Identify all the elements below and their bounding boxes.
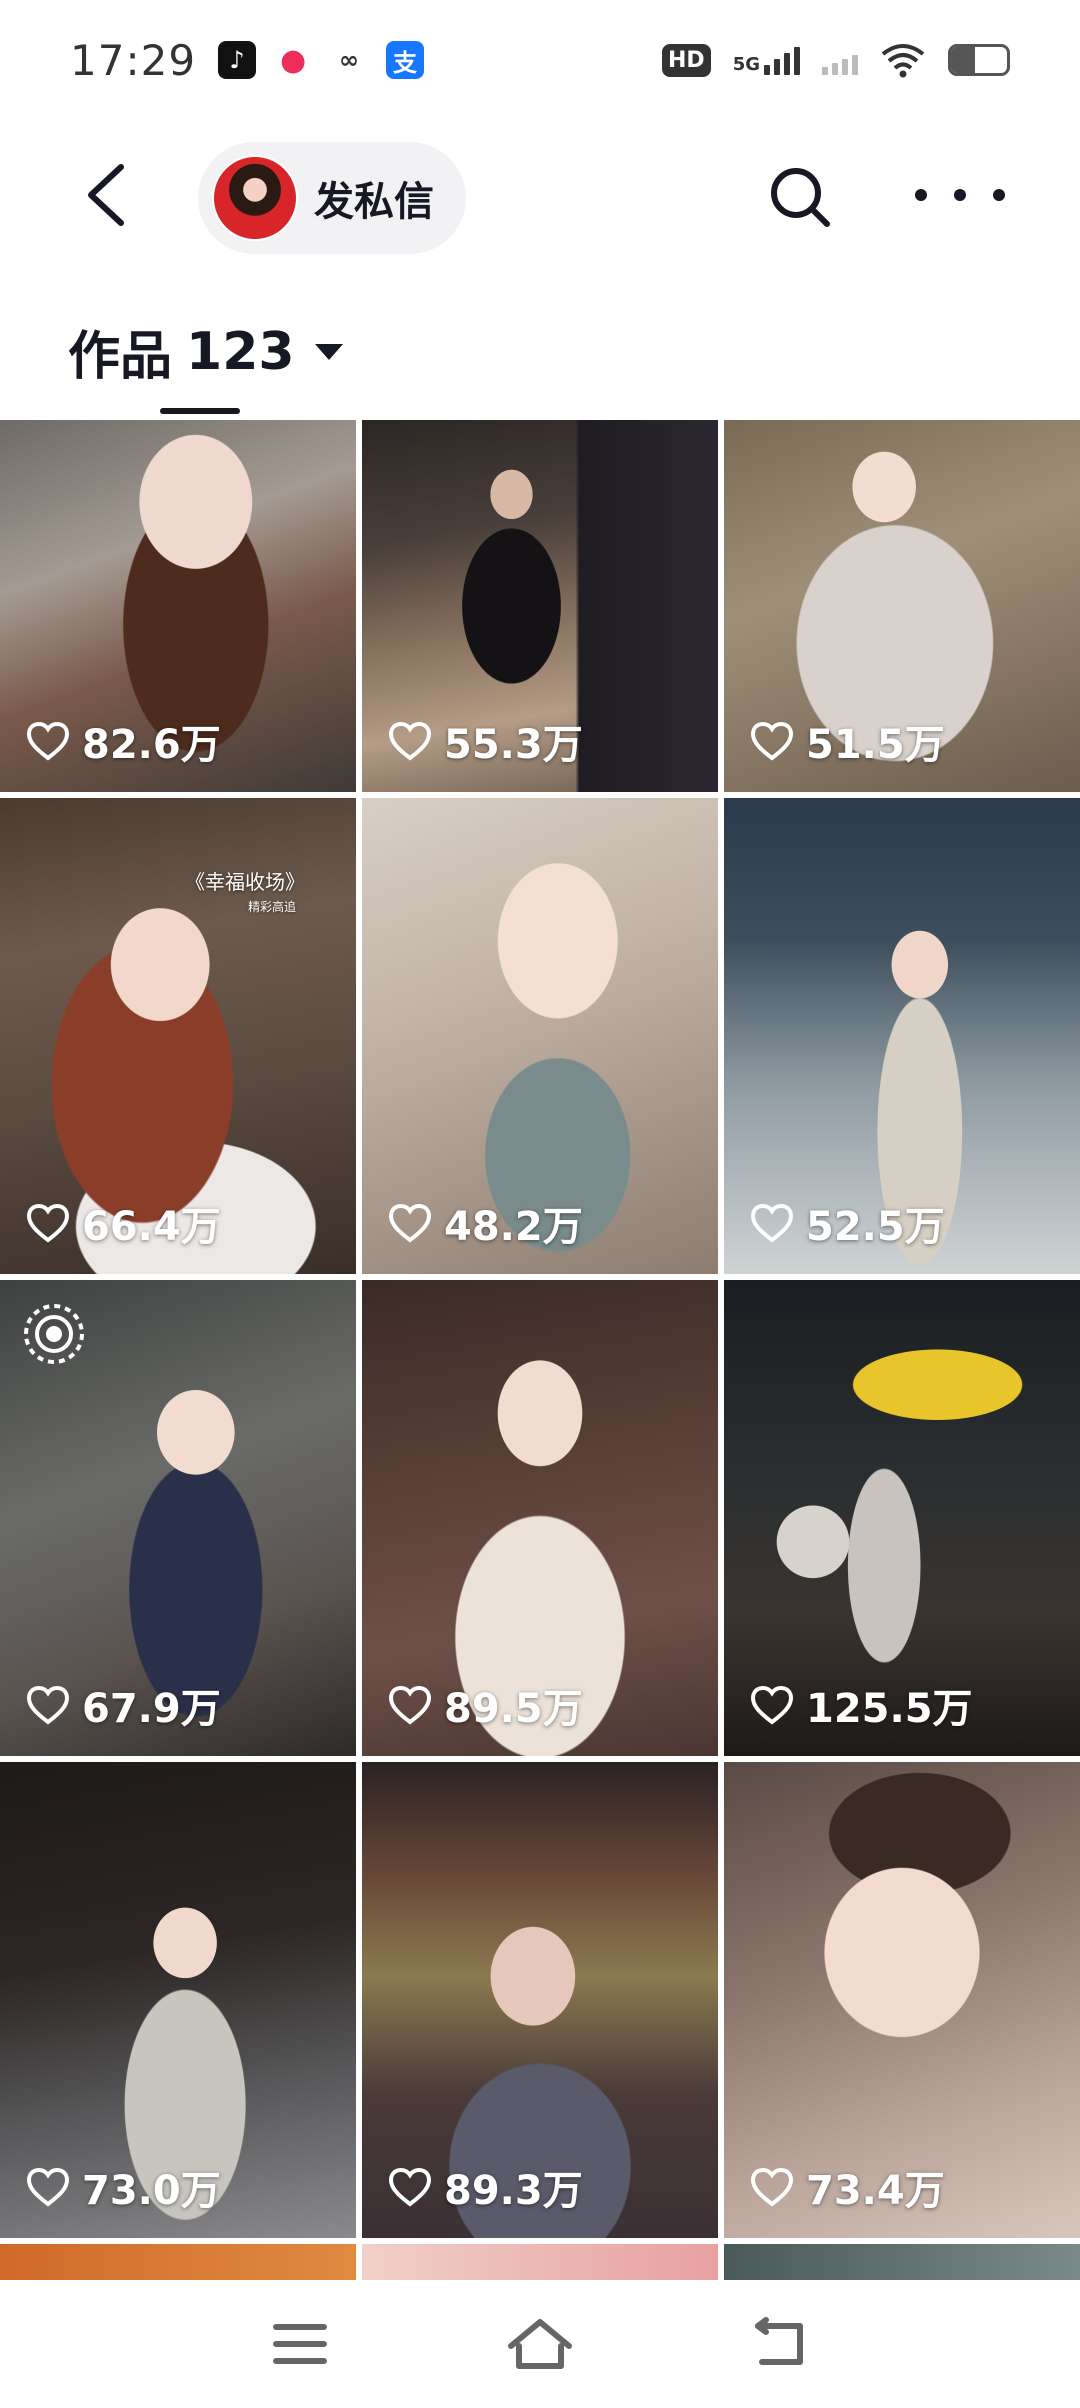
- status-right: HD 5G: [662, 42, 1010, 78]
- menu-icon: [273, 2324, 327, 2364]
- video-thumbnail[interactable]: 51.5万: [724, 420, 1080, 792]
- like-count: 66.4万: [26, 1194, 221, 1252]
- heart-icon: [388, 721, 432, 761]
- heart-icon: [388, 2167, 432, 2207]
- alipay-icon: 支: [386, 41, 425, 79]
- signal-5g: 5G: [733, 45, 800, 75]
- search-button[interactable]: [765, 162, 835, 232]
- network-label: 5G: [732, 54, 760, 75]
- video-thumbnail[interactable]: 125.5万: [724, 1280, 1080, 1756]
- like-count-value: 82.6万: [82, 722, 221, 768]
- like-count-value: 73.0万: [82, 2168, 221, 2214]
- like-count: 52.5万: [750, 1194, 945, 1252]
- like-count-value: 73.4万: [806, 2168, 945, 2214]
- avatar: [212, 155, 298, 241]
- back-button[interactable]: [70, 160, 140, 230]
- like-count: 82.6万: [26, 712, 221, 770]
- tiktok-icon: ♪: [218, 41, 257, 79]
- video-thumbnail[interactable]: 52.5万: [724, 798, 1080, 1274]
- send-message-button[interactable]: 发私信: [198, 142, 466, 254]
- like-count: 73.0万: [26, 2158, 221, 2216]
- live-broadcast-icon: [24, 1304, 84, 1364]
- status-bar: 17:29 ♪ ● ∞ 支 HD 5G: [0, 0, 1080, 120]
- system-navigation-bar: [0, 2280, 1080, 2408]
- like-count: 89.5万: [388, 1676, 583, 1734]
- heart-icon: [750, 1203, 794, 1243]
- more-dots-icon: [915, 189, 927, 201]
- send-message-label: 发私信: [314, 179, 434, 225]
- system-back-button[interactable]: [735, 2299, 825, 2389]
- like-count-value: 55.3万: [444, 722, 583, 768]
- tab-underline: [160, 408, 240, 414]
- works-grid: 82.6万 55.3万 51.5万 《幸福收场》 精彩高追 66.4万 48.2…: [0, 420, 1080, 2300]
- like-count: 51.5万: [750, 712, 945, 770]
- tab-works-label: 作品: [68, 327, 173, 387]
- video-thumbnail[interactable]: 82.6万: [0, 420, 356, 792]
- like-count: 48.2万: [388, 1194, 583, 1252]
- signal-bars-icon: [764, 45, 800, 75]
- heart-icon: [388, 1685, 432, 1725]
- menu-button[interactable]: [255, 2299, 345, 2389]
- video-thumbnail[interactable]: 《幸福收场》 精彩高追 66.4万: [0, 798, 356, 1274]
- video-thumbnail[interactable]: 67.9万: [0, 1280, 356, 1756]
- battery-icon: [948, 44, 1010, 76]
- chevron-left-icon: [88, 164, 124, 226]
- video-overlay-title: 《幸福收场》: [185, 870, 305, 894]
- heart-icon: [750, 721, 794, 761]
- caret-down-icon: [314, 343, 343, 360]
- heart-icon: [26, 1203, 70, 1243]
- heart-icon: [750, 2167, 794, 2207]
- like-count: 89.3万: [388, 2158, 583, 2216]
- works-tab-bar: 作品 123: [0, 300, 1080, 420]
- heart-icon: [26, 721, 70, 761]
- like-count-value: 89.5万: [444, 1686, 583, 1732]
- status-time: 17:29: [70, 35, 197, 85]
- video-overlay-subtitle: 精彩高追: [248, 900, 297, 914]
- like-count-value: 51.5万: [806, 722, 945, 768]
- video-thumbnail[interactable]: 48.2万: [362, 798, 718, 1274]
- video-thumbnail[interactable]: 89.3万: [362, 1762, 718, 2238]
- like-count-value: 67.9万: [82, 1686, 221, 1732]
- like-count-value: 89.3万: [444, 2168, 583, 2214]
- link-icon: ∞: [330, 41, 369, 79]
- like-count: 73.4万: [750, 2158, 945, 2216]
- profile-works-page: 17:29 ♪ ● ∞ 支 HD 5G 发私信 作品 123 82.6万 55.…: [0, 0, 1080, 2408]
- video-icon: ●: [274, 41, 313, 79]
- profile-header: 发私信: [0, 130, 1080, 260]
- tab-works-count: 123: [186, 321, 295, 382]
- heart-icon: [750, 1685, 794, 1725]
- home-button[interactable]: [495, 2299, 585, 2389]
- video-thumbnail[interactable]: 55.3万: [362, 420, 718, 792]
- video-thumbnail[interactable]: 73.4万: [724, 1762, 1080, 2238]
- wifi-icon: [881, 44, 925, 78]
- heart-icon: [26, 1685, 70, 1725]
- more-options-button[interactable]: [915, 170, 1005, 220]
- video-thumbnail[interactable]: 89.5万: [362, 1280, 718, 1756]
- home-icon: [508, 2319, 572, 2369]
- like-count-value: 52.5万: [806, 1204, 945, 1250]
- heart-icon: [26, 2167, 70, 2207]
- like-count-value: 66.4万: [82, 1204, 221, 1250]
- like-count: 125.5万: [750, 1676, 973, 1734]
- like-count: 67.9万: [26, 1676, 221, 1734]
- status-app-icons: ♪ ● ∞ 支: [218, 41, 425, 79]
- search-icon: [771, 168, 830, 227]
- like-count-value: 125.5万: [806, 1686, 973, 1732]
- tab-works[interactable]: 作品 123: [68, 314, 343, 389]
- like-count: 55.3万: [388, 712, 583, 770]
- back-icon: [755, 2317, 803, 2365]
- signal-bars-secondary-icon: [822, 45, 858, 75]
- hd-badge: HD: [662, 43, 711, 77]
- like-count-value: 48.2万: [444, 1204, 583, 1250]
- heart-icon: [388, 1203, 432, 1243]
- video-thumbnail[interactable]: 73.0万: [0, 1762, 356, 2238]
